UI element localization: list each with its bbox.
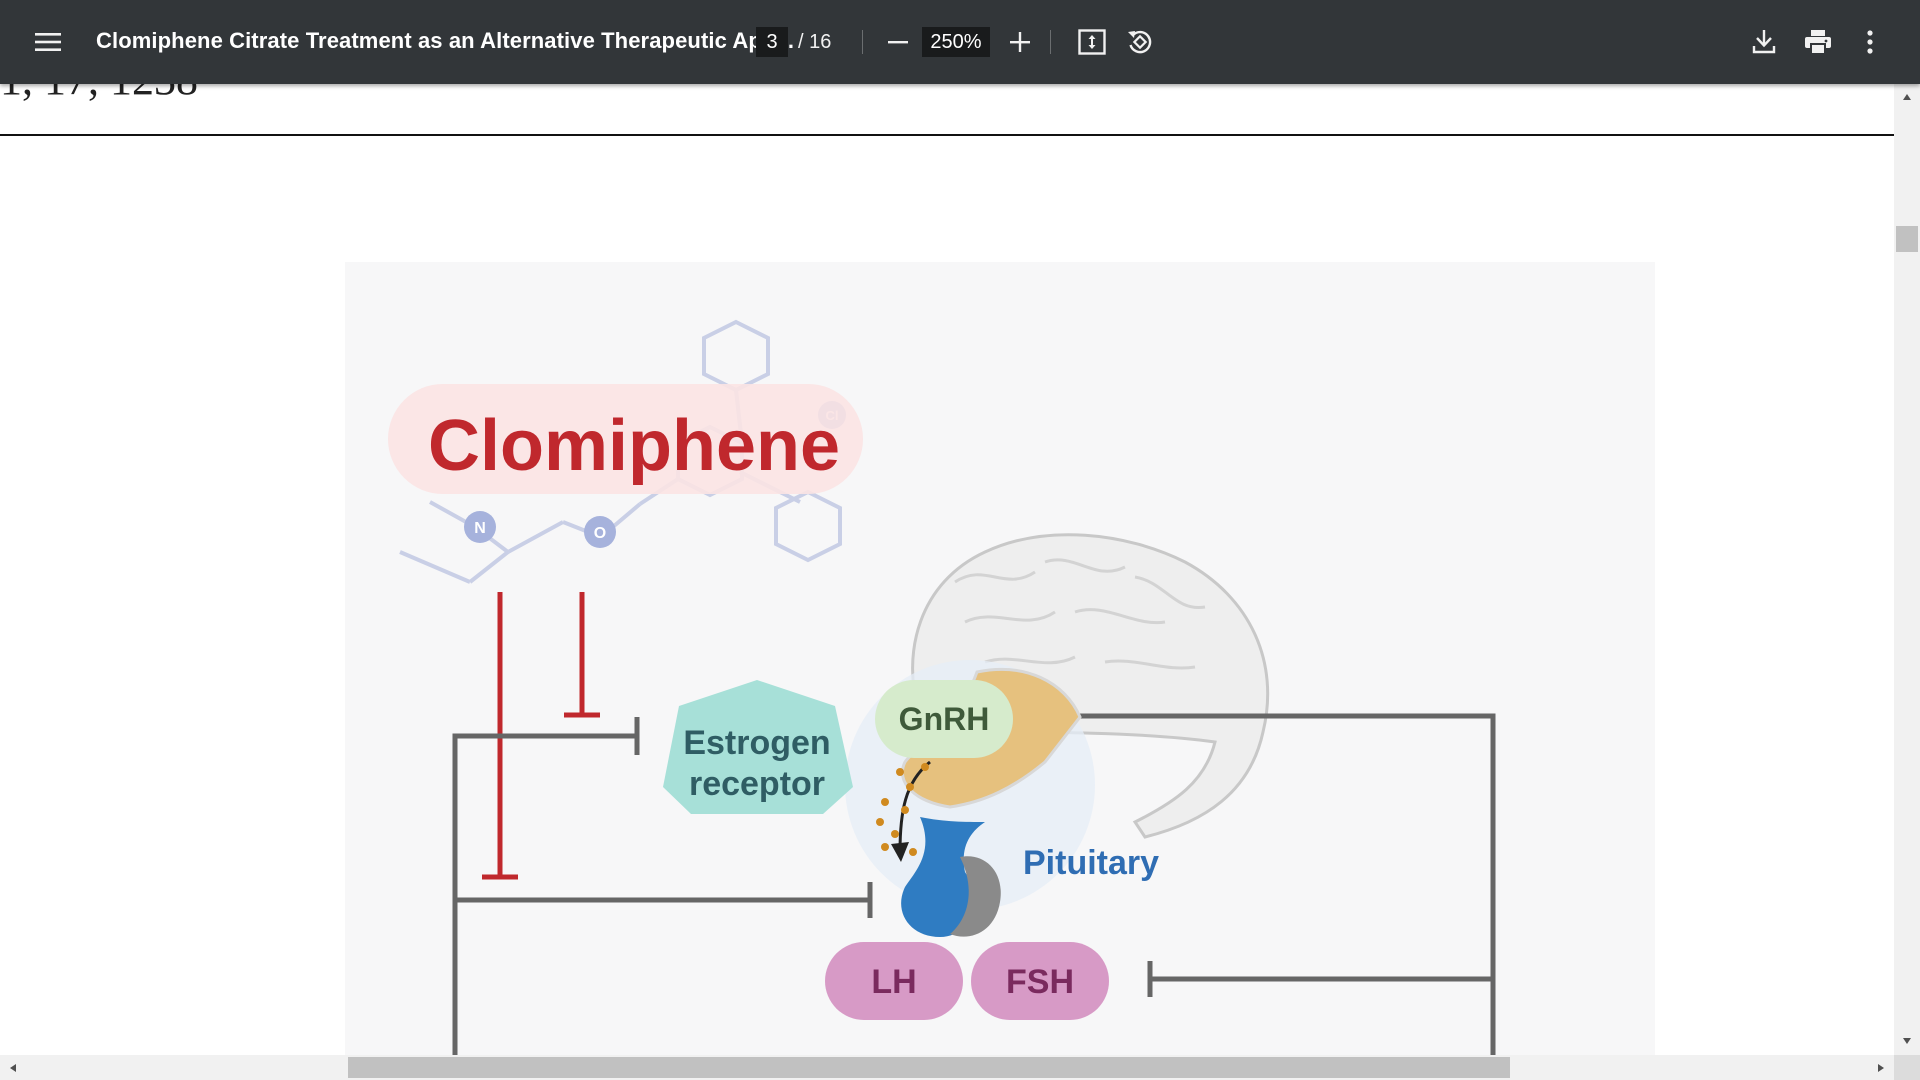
document-title: Clomiphene Citrate Treatment as an Alter… (96, 28, 795, 53)
estrogen-receptor-label-line1: Estrogen (683, 724, 830, 762)
lh-label: LH (871, 963, 916, 1001)
minus-icon (888, 41, 908, 44)
zoom-in-button[interactable] (1000, 22, 1040, 62)
pdf-viewport[interactable]: 1, 17, 1238 (0, 84, 1894, 1055)
fit-to-page-button[interactable] (1072, 22, 1112, 62)
hamburger-menu-icon[interactable] (28, 22, 68, 62)
fsh-label: FSH (1006, 963, 1074, 1001)
fit-to-page-icon (1078, 29, 1106, 55)
gnrh-label: GnRH (899, 701, 990, 737)
page-total: / 16 (798, 31, 832, 53)
horizontal-rule (0, 134, 1894, 136)
scrollbar-corner (1894, 1055, 1920, 1080)
nitrogen-label: N (474, 520, 486, 537)
rotate-counterclockwise-icon (1128, 30, 1152, 54)
horizontal-scrollbar-thumb[interactable] (348, 1057, 1510, 1078)
pdf-toolbar: Clomiphene Citrate Treatment as an Alter… (0, 0, 1920, 84)
download-button[interactable] (1744, 22, 1784, 62)
divider (1050, 30, 1051, 54)
more-vertical-icon (1867, 30, 1873, 54)
download-icon (1752, 30, 1776, 54)
printer-icon (1805, 30, 1831, 55)
zoom-out-button[interactable] (878, 22, 918, 62)
divider (862, 30, 863, 54)
print-button[interactable] (1798, 22, 1838, 62)
scroll-down-arrow-icon[interactable] (1896, 1030, 1918, 1052)
previous-page-text: 1, 17, 1238 (0, 84, 198, 105)
zoom-level-input[interactable]: 250% (922, 27, 990, 57)
oxygen-label: O (594, 525, 606, 542)
more-actions-button[interactable] (1850, 22, 1890, 62)
estrogen-receptor-label-line2: receptor (689, 765, 825, 803)
vertical-scrollbar-thumb[interactable] (1896, 226, 1918, 252)
rotate-button[interactable] (1120, 22, 1160, 62)
scroll-left-arrow-icon[interactable] (2, 1057, 24, 1078)
pituitary-label: Pituitary (1023, 844, 1159, 882)
scroll-right-arrow-icon[interactable] (1870, 1057, 1892, 1078)
page-number-input[interactable]: 3 (756, 27, 788, 57)
plus-icon (1010, 32, 1030, 52)
clomiphene-title: Clomiphene (428, 406, 840, 486)
scroll-up-arrow-icon[interactable] (1896, 86, 1918, 108)
clomiphene-figure: N O Cl Clomiphene (345, 262, 1655, 1055)
